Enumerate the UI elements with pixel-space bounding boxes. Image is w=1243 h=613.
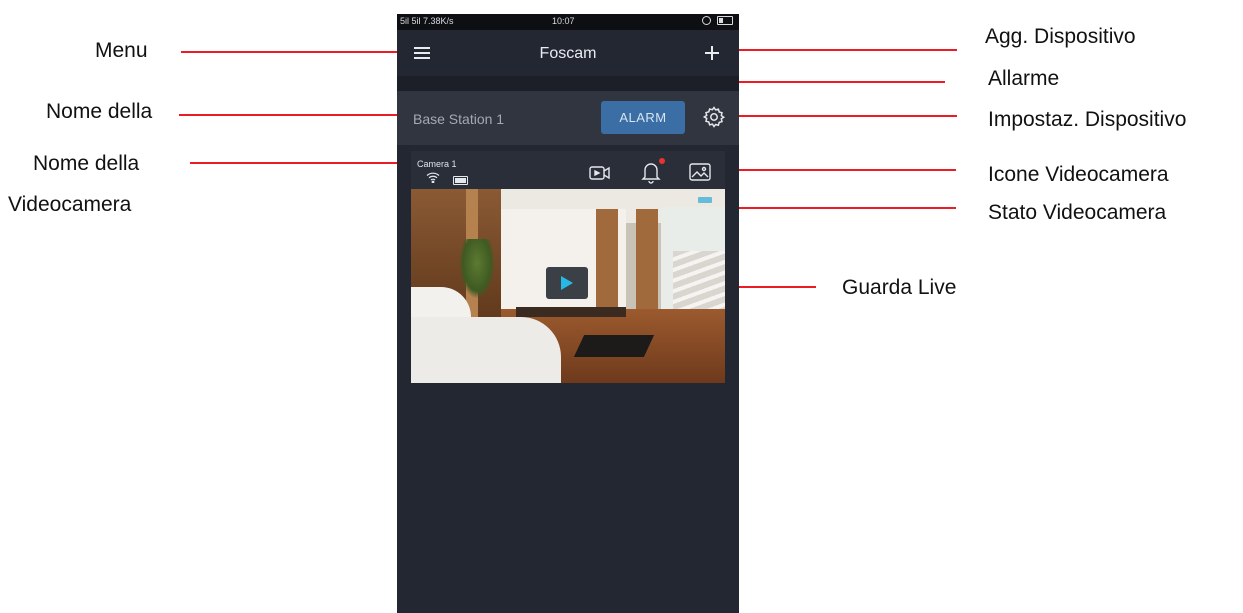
bell-icon[interactable] xyxy=(640,160,662,184)
callout-add-device: Agg. Dispositivo xyxy=(985,25,1136,48)
play-icon xyxy=(561,276,573,290)
callout-camera-name-line1: Nome della xyxy=(33,152,140,175)
coffee-table-decor xyxy=(573,335,655,357)
callout-device-settings: Impostaz. Dispositivo xyxy=(988,108,1187,131)
plant-decor xyxy=(459,239,495,299)
status-bar: 5il 5il 7.38K/s 10:07 xyxy=(397,14,739,30)
wifi-icon xyxy=(426,172,440,183)
callout-camera-status: Stato Videocamera xyxy=(988,201,1167,224)
gear-icon[interactable] xyxy=(702,105,726,129)
base-station-row: Base Station 1 ALARM xyxy=(397,91,739,145)
alarm-button[interactable]: ALARM xyxy=(601,101,685,134)
network-speed: 5il 5il 7.38K/s xyxy=(400,16,454,26)
battery-icon xyxy=(717,16,733,25)
callout-camera-icons: Icone Videocamera xyxy=(988,163,1169,186)
app-header: Foscam xyxy=(397,30,739,76)
callout-line-menu xyxy=(181,51,403,53)
camera-status-badge xyxy=(698,197,712,203)
snapshot-gallery-icon[interactable] xyxy=(689,162,711,182)
app-title: Foscam xyxy=(539,45,597,62)
play-live-button[interactable] xyxy=(546,267,588,299)
callout-base-station-name: Nome della xyxy=(46,100,153,123)
camera-battery-icon xyxy=(453,176,468,185)
clock: 10:07 xyxy=(552,16,575,26)
phone-screen: 5il 5il 7.38K/s 10:07 Foscam Base Statio… xyxy=(397,14,739,613)
callout-line-base-station xyxy=(179,114,411,116)
empty-device-list-area xyxy=(397,386,739,613)
camera-name: Camera 1 xyxy=(417,159,457,169)
base-station-name: Base Station 1 xyxy=(413,111,505,127)
add-device-icon[interactable] xyxy=(705,46,719,60)
notification-dot xyxy=(659,158,665,164)
callout-menu: Menu xyxy=(95,39,148,62)
status-icons xyxy=(702,16,733,25)
callout-line-camera-name xyxy=(190,162,410,164)
callout-camera-name-line2: Videocamera xyxy=(8,193,132,216)
record-video-icon[interactable] xyxy=(589,164,611,182)
callout-line-device-settings xyxy=(727,115,957,117)
video-preview[interactable] xyxy=(411,189,725,383)
callout-line-camera-status xyxy=(723,207,956,209)
callout-alarm: Allarme xyxy=(988,67,1060,90)
camera-card: Camera 1 xyxy=(411,151,725,383)
sofa-decor xyxy=(411,317,561,383)
header-separator xyxy=(397,76,739,91)
callout-live-view: Guarda Live xyxy=(842,276,957,299)
alarm-clock-icon xyxy=(702,16,711,25)
callout-line-camera-icons xyxy=(713,169,956,171)
callout-line-add-device xyxy=(727,49,957,51)
